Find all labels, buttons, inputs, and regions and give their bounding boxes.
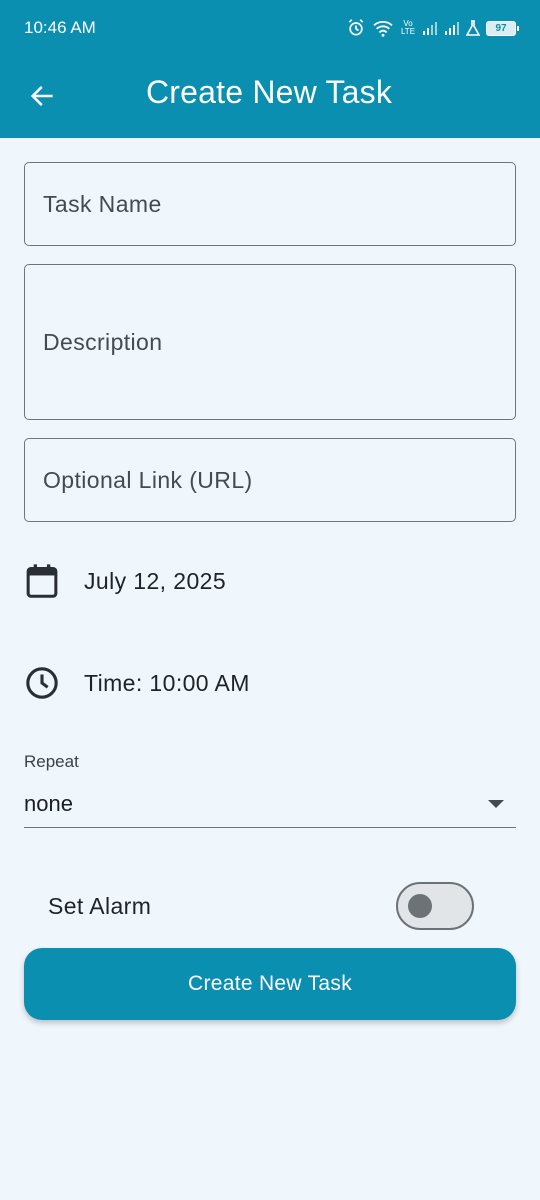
signal-icon [444,21,460,35]
status-icons: Vo LTE 97 [346,18,519,38]
date-picker[interactable]: July 12, 2025 [24,556,516,606]
app-bar: 10:46 AM Vo LTE 97 Create New Task [0,0,540,138]
back-button[interactable] [22,76,62,116]
dropdown-arrow-icon [488,799,504,808]
create-task-button[interactable]: Create New Task [24,948,516,1020]
status-bar: 10:46 AM Vo LTE 97 [0,0,540,56]
time-picker[interactable]: Time: 10:00 AM [24,658,516,708]
task-name-input[interactable]: Task Name [24,162,516,246]
repeat-dropdown[interactable]: none [24,780,516,828]
volte-icon: Vo LTE [400,19,416,36]
alarm-label: Set Alarm [48,892,152,919]
signal-icon [422,21,438,35]
page-title: Create New Task [146,74,393,110]
status-time: 10:46 AM [24,18,96,37]
link-url-input[interactable]: Optional Link (URL) [24,438,516,522]
clock-icon [24,665,60,701]
alarm-toggle[interactable] [396,882,474,930]
calendar-icon [24,563,60,599]
arrow-back-icon [30,86,53,106]
wifi-icon [372,19,394,37]
description-input[interactable]: Description [24,264,516,420]
battery-icon: 97 [486,20,519,36]
toggle-knob [408,894,432,918]
lab-icon [466,20,480,36]
alarm-row: Set Alarm [48,878,474,934]
time-value: Time: 10:00 AM [84,669,250,696]
repeat-label: Repeat [24,752,79,771]
repeat-value: none [24,790,73,816]
date-value: July 12, 2025 [84,567,227,594]
alarm-icon [346,18,366,38]
toolbar: Create New Task [0,56,540,138]
